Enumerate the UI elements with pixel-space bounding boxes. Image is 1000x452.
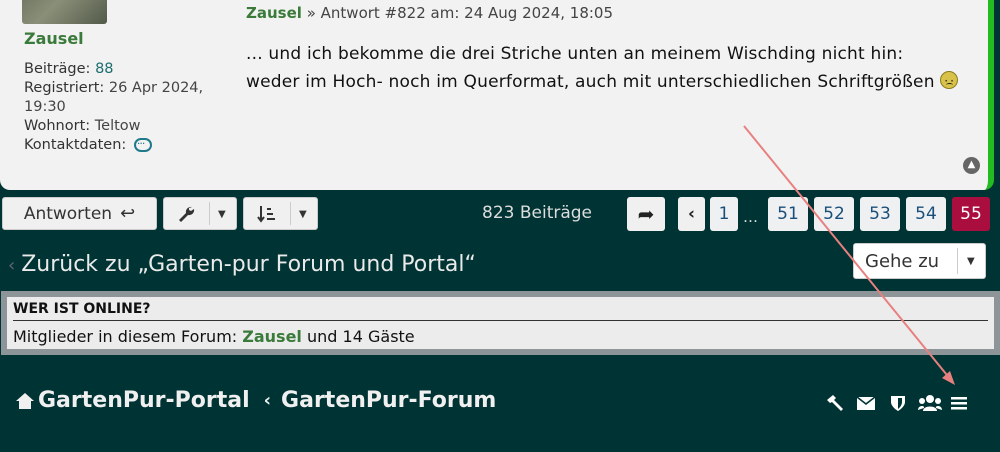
post-card: Zausel Beiträge: 88 Registriert: 26 Apr … [0, 0, 994, 190]
back-to-forum-link[interactable]: ‹ Zurück zu „Garten-pur Forum und Portal“ [8, 252, 476, 277]
divider [290, 202, 291, 225]
jump-to-dropdown[interactable]: Gehe zu ▼ [853, 243, 986, 279]
menu-icon[interactable] [950, 394, 968, 412]
post-header: Zausel » Antwort #822 am: 24 Aug 2024, 1… [246, 4, 613, 22]
home-icon [15, 392, 35, 409]
chevron-left-icon: ‹ [687, 204, 695, 224]
page-link[interactable]: 54 [906, 197, 946, 231]
sort-button[interactable]: ▼ [243, 197, 318, 230]
registered-date: 26 Apr 2024, [108, 80, 204, 96]
pagination-ellipsis: … [743, 208, 758, 226]
post-count: 823 Beiträge [482, 203, 593, 223]
chevron-left-icon: ‹ [8, 255, 16, 276]
post-line: weder im Hoch- noch im Querformat, auch … [246, 72, 935, 92]
post-author-link[interactable]: Zausel [246, 4, 302, 22]
online-title: WER IST ONLINE? [13, 301, 988, 321]
chevron-left-icon: ‹ [263, 390, 272, 411]
topic-tools-button[interactable]: ▼ [163, 197, 237, 230]
reply-button[interactable]: Antworten ↩ [2, 197, 157, 230]
sort-icon [257, 206, 275, 223]
contact-label: Kontaktdaten: [24, 137, 127, 153]
online-members: Mitglieder in diesem Forum: Zausel und 1… [13, 327, 988, 346]
breadcrumb: GartenPur-Portal ‹ GartenPur-Forum [15, 388, 496, 413]
location-label: Wohnort: [24, 118, 91, 134]
chevron-down-icon: ▼ [967, 256, 975, 267]
page-link[interactable]: 1 [710, 197, 738, 231]
chat-icon[interactable] [133, 134, 152, 153]
shield-icon[interactable] [889, 394, 907, 412]
who-is-online-box: WER IST ONLINE? Mitglieder in diesem For… [1, 291, 1000, 355]
post-line: ... und ich bekomme die drei Striche unt… [246, 44, 904, 64]
online-suffix: und 14 Gäste [307, 327, 415, 346]
location-value: Teltow [94, 118, 141, 134]
breadcrumb-portal[interactable]: GartenPur-Portal [38, 388, 250, 413]
current-page[interactable]: 55 [952, 197, 990, 231]
chevron-down-icon: ▼ [218, 209, 226, 220]
page-link[interactable]: 53 [860, 197, 900, 231]
registered-label: Registriert: [24, 80, 105, 96]
avatar[interactable] [22, 0, 107, 24]
chevron-down-icon: ▼ [299, 209, 307, 220]
reply-arrow-icon: ↩ [120, 203, 136, 224]
breadcrumb-forum[interactable]: GartenPur-Forum [281, 388, 496, 413]
post-meta[interactable]: » Antwort #822 am: 24 Aug 2024, 18:05 [307, 4, 613, 22]
jump-label: Gehe zu [865, 250, 940, 272]
page-link[interactable]: 51 [768, 197, 808, 231]
author-name[interactable]: Zausel [24, 29, 84, 48]
page-link[interactable]: 52 [814, 197, 854, 231]
posts-count[interactable]: 88 [95, 61, 113, 77]
hammer-icon[interactable] [825, 394, 845, 412]
author-profile: Beiträge: 88 Registriert: 26 Apr 2024, 1… [24, 60, 234, 155]
back-to-top-icon[interactable]: ▲ [963, 157, 980, 174]
previous-page-button[interactable]: ‹ [678, 197, 705, 231]
registered-time: 19:30 [24, 99, 66, 115]
sad-smiley-icon [940, 67, 959, 95]
jump-to-page-button[interactable]: ➦ [627, 197, 665, 231]
posts-label: Beiträge: [24, 61, 91, 77]
divider [957, 248, 958, 274]
online-member-link[interactable]: Zausel [242, 327, 302, 346]
divider [209, 202, 210, 225]
users-icon[interactable] [918, 394, 942, 412]
share-arrow-icon: ➦ [637, 202, 655, 226]
wrench-icon [179, 206, 195, 222]
post-body: ... und ich bekomme die drei Striche unt… [246, 40, 959, 96]
back-link-label: Zurück zu „Garten-pur Forum und Portal“ [21, 252, 476, 277]
envelope-icon[interactable] [856, 394, 876, 412]
online-prefix: Mitglieder in diesem Forum: [13, 327, 238, 346]
reply-label: Antworten [23, 203, 113, 224]
